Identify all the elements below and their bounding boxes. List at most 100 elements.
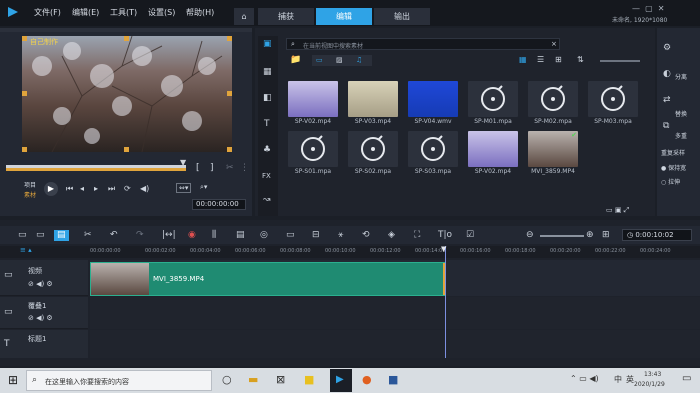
overlay-track-lane[interactable] — [90, 297, 700, 329]
photo-filter-icon[interactable]: ▨ — [336, 56, 343, 64]
batch-convert-icon[interactable]: ☑ — [466, 231, 474, 240]
subtitle-editor-icon[interactable]: ▭ — [286, 231, 295, 240]
redo-icon[interactable]: ↷ — [136, 231, 144, 240]
gear-icon[interactable]: ⚙ — [663, 44, 671, 53]
play-button[interactable]: ▶ — [44, 182, 58, 196]
system-tray-icons[interactable]: ⌃ ▭ ◀) — [570, 374, 599, 383]
import-folder-icon[interactable]: 📁 — [290, 56, 301, 65]
mode-project[interactable]: 项目 — [24, 180, 36, 189]
menu-tools[interactable]: 工具(T) — [110, 7, 137, 18]
crop-handle[interactable] — [124, 147, 129, 152]
crop-handle[interactable] — [227, 147, 232, 152]
crop-handle[interactable] — [124, 36, 129, 41]
library-thumb[interactable] — [408, 81, 458, 117]
aspect-ratio-dropdown[interactable]: ⇔▾ — [176, 183, 192, 193]
mask-creator-icon[interactable]: ⚹ — [338, 231, 343, 240]
zoom-out-icon[interactable]: ⊖ — [526, 231, 534, 240]
file-explorer-icon[interactable]: ▬ — [248, 373, 258, 386]
sort-icon[interactable]: ⇅ — [577, 55, 584, 64]
options-item[interactable]: 分离 — [675, 72, 687, 81]
replace-icon[interactable]: ⇄ — [663, 96, 671, 105]
zoom-dropdown[interactable]: ⌕▾ — [200, 183, 207, 192]
task-view-icon[interactable]: ○ — [222, 373, 232, 386]
library-thumb[interactable] — [348, 81, 398, 117]
undo-icon[interactable]: ↶ — [110, 231, 118, 240]
library-search[interactable]: ⌕ 在当前视图中搜索素材 × — [286, 38, 560, 50]
record-icon[interactable]: ◉ — [188, 231, 196, 240]
clock-time[interactable]: 13:43 — [644, 371, 661, 378]
mode-clip[interactable]: 素材 — [24, 190, 36, 199]
library-options-icon[interactable]: ▭ ▣ ⤢ — [606, 206, 629, 215]
next-frame-button[interactable]: ▸ — [94, 184, 98, 193]
sticky-notes-icon[interactable]: ■ — [304, 373, 314, 386]
track-manager-icon[interactable]: ▭ — [36, 231, 45, 240]
crop-handle[interactable] — [22, 147, 27, 152]
library-thumb[interactable] — [348, 131, 398, 167]
store-icon[interactable]: ⊠ — [276, 373, 285, 386]
videostudio-taskbar-icon[interactable]: ▶ — [330, 369, 352, 392]
crop-handle[interactable] — [22, 36, 27, 41]
end-button[interactable]: ⏭ — [108, 184, 115, 194]
library-thumb[interactable] — [468, 131, 518, 167]
thumbnail-view-icon[interactable]: ▦ — [519, 55, 527, 64]
motion-tracking-icon[interactable]: ◎ — [260, 231, 268, 240]
track-add-icon[interactable]: ≡ ▴ — [20, 246, 32, 254]
repeat-button[interactable]: ⟳ — [124, 184, 131, 193]
search-input[interactable]: 在当前视图中搜索素材 — [303, 41, 363, 50]
show-all-tracks-icon[interactable]: ▭ — [18, 231, 27, 240]
library-thumb[interactable] — [288, 131, 338, 167]
title-tool-icon[interactable]: T|o — [438, 231, 452, 240]
menu-edit[interactable]: 编辑(E) — [72, 7, 99, 18]
zoom-slider[interactable] — [540, 235, 584, 237]
track-header-title[interactable]: T 标题1 — [0, 330, 88, 358]
graphics-icon[interactable]: ♣ — [263, 146, 271, 155]
mark-in-button[interactable]: [ — [196, 163, 200, 173]
more-icon[interactable]: ⋮ — [240, 163, 249, 173]
menu-settings[interactable]: 设置(S) — [148, 7, 175, 18]
filter-icon[interactable]: FX — [262, 172, 271, 181]
edit-tools-icon[interactable]: ✂ — [84, 231, 92, 240]
playhead[interactable] — [445, 246, 446, 358]
split-clip-icon[interactable]: ✂ — [226, 163, 234, 173]
mark-out-button[interactable]: ] — [210, 163, 214, 173]
track-controls-icon[interactable]: ⊘ ◀) ⚙ — [28, 314, 53, 322]
zoom-in-icon[interactable]: ⊕ — [586, 231, 594, 240]
trim-range[interactable] — [6, 168, 186, 171]
word-icon[interactable]: ■ — [388, 373, 398, 386]
library-thumb[interactable] — [588, 81, 638, 117]
taskbar-search[interactable]: ⌕ 在这里输入你要搜索的内容 — [26, 370, 212, 391]
clear-search-icon[interactable]: × — [551, 40, 557, 48]
menu-file[interactable]: 文件(F) — [34, 7, 61, 18]
audio-mixer-icon[interactable]: ⫼ — [212, 231, 216, 240]
home-tab[interactable]: ⌂ — [234, 8, 254, 25]
audio-filter-icon[interactable]: ♫ — [356, 56, 362, 64]
video-clip[interactable]: MVI_3859.MP4 — [90, 262, 446, 296]
options-item[interactable]: 替换 — [675, 109, 687, 118]
track-header-video[interactable]: ▭ 视频 ⊘ ◀) ⚙ — [0, 260, 88, 296]
options-item[interactable]: 多重 — [675, 131, 687, 140]
library-thumb[interactable]: ✔ — [528, 131, 578, 167]
library-thumb[interactable] — [468, 81, 518, 117]
library-thumb[interactable] — [528, 81, 578, 117]
list-view-icon[interactable]: ☰ — [537, 55, 544, 64]
crop-handle[interactable] — [227, 36, 232, 41]
windows-start-icon[interactable]: ⊞ — [8, 373, 18, 387]
thumbnail-size-slider[interactable] — [600, 60, 640, 62]
timeline-view-icon[interactable]: ▤ — [54, 230, 69, 241]
video-filter-icon[interactable]: ▭ — [316, 56, 323, 64]
lang-indicator[interactable]: 英 — [626, 374, 634, 385]
preview-timecode[interactable]: 00:00:00:00 — [192, 199, 246, 210]
volume-button[interactable]: ◀) — [140, 184, 149, 193]
scrub-handle[interactable]: ▼ — [180, 158, 186, 167]
taskbar-search-input[interactable]: 在这里输入你要搜索的内容 — [45, 377, 129, 387]
library-thumb[interactable] — [408, 131, 458, 167]
option-radio-keep-ratio[interactable]: ● 保持宽 — [661, 163, 686, 172]
path-icon[interactable]: ↝ — [263, 196, 271, 205]
playhead-handle-icon[interactable]: ▼ — [441, 245, 446, 253]
preview-window[interactable]: 自己制作 — [22, 36, 232, 152]
timeline-ruler[interactable]: ≡ ▴ 00:00:00:00 00:00:02:00 00:00:04:00 … — [0, 246, 700, 258]
multi-camera-icon[interactable]: ⊟ — [312, 231, 320, 240]
tab-capture[interactable]: 捕获 — [258, 8, 314, 25]
track-header-overlay[interactable]: ▭ 覆叠1 ⊘ ◀) ⚙ — [0, 297, 88, 329]
option-radio-stretch[interactable]: ○ 拉伸 — [661, 177, 680, 186]
